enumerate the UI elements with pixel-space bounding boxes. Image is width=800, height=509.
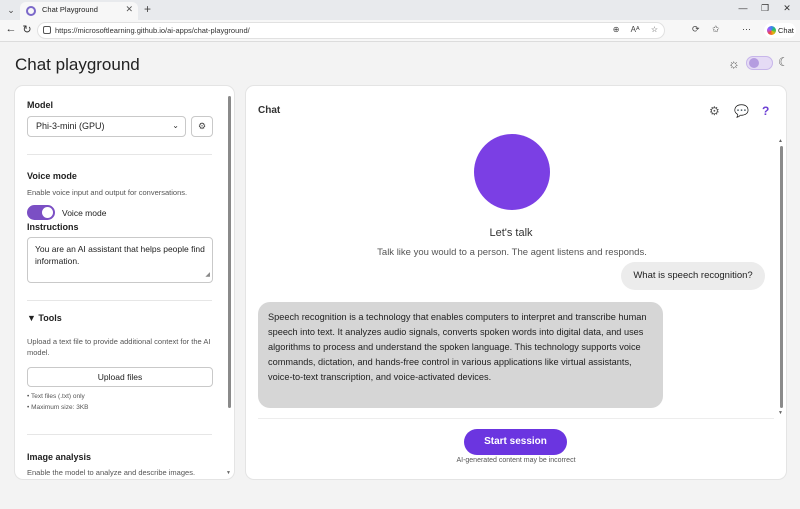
chevron-down-icon: ⌄ bbox=[172, 121, 179, 130]
scroll-up-icon[interactable]: ▲ bbox=[778, 138, 783, 144]
settings-scrollbar[interactable] bbox=[228, 96, 231, 408]
help-icon[interactable]: ? bbox=[762, 104, 769, 118]
resize-grip-icon[interactable]: ◢ bbox=[205, 269, 210, 281]
file-size-note: • Maximum size: 3KB bbox=[27, 404, 89, 411]
chat-bubble-icon[interactable]: 💬 bbox=[734, 104, 749, 118]
url-text: https://microsoftlearning.github.io/ai-a… bbox=[55, 26, 250, 35]
instructions-textarea[interactable]: You are an AI assistant that helps peopl… bbox=[27, 237, 213, 283]
assistant-message: Speech recognition is a technology that … bbox=[258, 302, 663, 408]
divider bbox=[27, 300, 212, 301]
voice-mode-toggle[interactable] bbox=[27, 205, 55, 220]
theme-toggle-knob bbox=[749, 58, 759, 68]
voice-toggle-knob bbox=[42, 207, 53, 218]
model-label: Model bbox=[27, 100, 53, 110]
upload-files-button[interactable]: Upload files bbox=[27, 367, 213, 387]
divider bbox=[27, 154, 212, 155]
lets-talk-heading: Let's talk bbox=[489, 227, 533, 239]
close-window-icon[interactable]: ✕ bbox=[780, 3, 794, 14]
instructions-label: Instructions bbox=[27, 222, 79, 232]
scroll-down-icon[interactable]: ▼ bbox=[778, 410, 783, 416]
sliders-icon: ⚙ bbox=[197, 121, 207, 131]
favorites-icon[interactable]: ✩ bbox=[712, 24, 720, 35]
copilot-chat-button[interactable]: Chat bbox=[764, 23, 796, 38]
model-select[interactable]: Phi-3-mini (GPU) ⌄ bbox=[27, 116, 186, 137]
voice-mode-description: Enable voice input and output for conver… bbox=[27, 188, 188, 197]
ai-disclaimer: AI-generated content may be incorrect bbox=[456, 457, 576, 464]
chat-scrollbar[interactable] bbox=[780, 146, 783, 408]
start-session-button[interactable]: Start session bbox=[464, 429, 567, 455]
voice-toggle-label: Voice mode bbox=[62, 208, 107, 218]
settings-gear-icon[interactable]: ⚙ bbox=[709, 104, 720, 118]
voice-agent-orb bbox=[474, 134, 550, 210]
page-title: Chat playground bbox=[15, 55, 140, 74]
more-options-icon[interactable]: ⋯ bbox=[742, 24, 751, 35]
browser-tab[interactable]: Chat Playground ✕ bbox=[20, 2, 138, 20]
read-aloud-icon[interactable]: Aᴬ bbox=[631, 25, 640, 34]
refresh-icon[interactable]: ↻ bbox=[20, 23, 34, 36]
model-parameters-button[interactable]: ⚙ bbox=[191, 116, 213, 137]
tab-favicon-icon bbox=[26, 6, 36, 16]
restore-window-icon[interactable]: ❐ bbox=[758, 3, 772, 14]
lock-icon bbox=[43, 26, 51, 34]
favorite-icon[interactable]: ☆ bbox=[651, 25, 658, 34]
browser-essentials-icon[interactable]: ⟳ bbox=[692, 24, 700, 35]
tab-actions-menu-icon[interactable]: ⌄ bbox=[4, 3, 18, 17]
model-select-value: Phi-3-mini (GPU) bbox=[36, 121, 105, 131]
tab-title: Chat Playground bbox=[42, 5, 98, 14]
tools-toggle[interactable]: ▼ Tools bbox=[27, 313, 62, 323]
image-analysis-description: Enable the model to analyze and describe… bbox=[27, 468, 196, 477]
zoom-icon[interactable]: ⊕ bbox=[613, 25, 620, 34]
back-icon[interactable]: ← bbox=[4, 23, 18, 35]
user-message: What is speech recognition? bbox=[621, 262, 765, 290]
lets-talk-subtitle: Talk like you would to a person. The age… bbox=[377, 247, 647, 258]
copilot-label: Chat bbox=[778, 26, 794, 35]
divider bbox=[27, 434, 212, 435]
new-tab-button[interactable]: + bbox=[144, 2, 151, 16]
image-analysis-label: Image analysis bbox=[27, 452, 92, 462]
file-type-note: • Text files (.txt) only bbox=[27, 393, 85, 400]
divider bbox=[258, 418, 774, 419]
browser-address-bar: ← ↻ https://microsoftlearning.github.io/… bbox=[0, 20, 800, 42]
voice-mode-label: Voice mode bbox=[27, 171, 77, 181]
moon-icon: ☾ bbox=[778, 55, 789, 69]
chat-title: Chat bbox=[258, 105, 281, 116]
tab-close-icon[interactable]: ✕ bbox=[125, 4, 133, 15]
copilot-icon bbox=[767, 26, 776, 35]
tools-description: Upload a text file to provide additional… bbox=[27, 337, 211, 357]
url-field[interactable]: https://microsoftlearning.github.io/ai-a… bbox=[37, 22, 665, 39]
minimize-window-icon[interactable]: — bbox=[736, 3, 750, 13]
sun-icon: ☼ bbox=[728, 56, 740, 71]
browser-tab-bar: ⌄ Chat Playground ✕ + — ❐ ✕ bbox=[0, 0, 800, 20]
instructions-text: You are an AI assistant that helps peopl… bbox=[35, 244, 205, 266]
theme-toggle[interactable] bbox=[746, 56, 773, 70]
url-actions: ⊕ Aᴬ ☆ bbox=[604, 25, 658, 34]
scroll-down-icon[interactable]: ▼ bbox=[226, 470, 231, 476]
